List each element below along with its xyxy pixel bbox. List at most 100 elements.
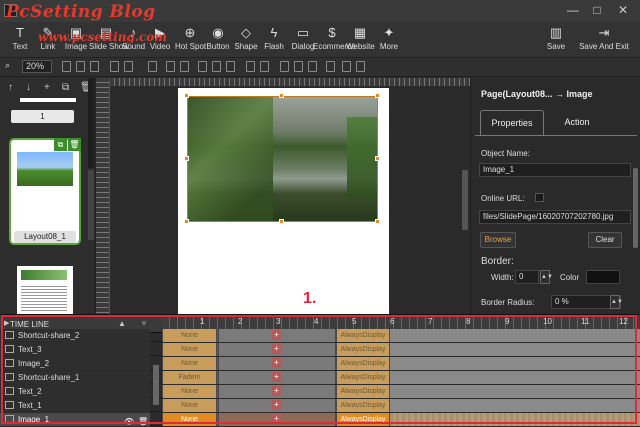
website-tool-button[interactable]: ▦ Website	[346, 24, 375, 56]
align-center-icon[interactable]	[76, 61, 85, 72]
tab-action[interactable]: Action	[549, 110, 605, 136]
flash-tool-button[interactable]: ϟ Flash	[263, 24, 285, 56]
border-width-input[interactable]: 0	[515, 270, 539, 284]
exit-effect[interactable]: AlwaysDisplay	[337, 343, 389, 356]
timeline-track[interactable]: FadeIn + AlwaysDisplay	[162, 371, 640, 384]
button-tool-button[interactable]: ◉ Button	[206, 24, 230, 56]
canvas-scrollbar[interactable]	[462, 170, 468, 230]
add-keyframe-icon[interactable]: +	[272, 358, 281, 368]
resize-handle-se[interactable]	[375, 219, 380, 224]
resize-handle-s[interactable]	[279, 219, 284, 224]
add-keyframe-icon[interactable]: +	[272, 414, 281, 424]
add-keyframe-icon[interactable]: +	[272, 400, 281, 410]
page-thumbnail-selected[interactable]: ⧉ 🗑 Layout08_1	[9, 138, 81, 245]
resize-handle-nw[interactable]	[184, 93, 189, 98]
page-thumbnail[interactable]	[17, 266, 73, 314]
save-button[interactable]: ▥ Save	[544, 24, 568, 56]
timeline-track[interactable]: None + AlwaysDisplay	[162, 399, 640, 412]
same-height-icon[interactable]	[212, 61, 221, 72]
same-size-icon[interactable]	[226, 61, 235, 72]
timeline-track[interactable]: None + AlwaysDisplay	[162, 343, 640, 356]
maximize-button[interactable]: □	[584, 0, 610, 20]
align-left-icon[interactable]	[62, 61, 71, 72]
bring-front-icon[interactable]	[246, 61, 255, 72]
resize-handle-w[interactable]	[184, 156, 189, 161]
display-duration[interactable]: +	[219, 371, 335, 384]
distribute-v-icon[interactable]	[180, 61, 189, 72]
arrow-up-icon[interactable]: ↑	[8, 82, 13, 93]
exit-effect[interactable]: AlwaysDisplay	[337, 385, 389, 398]
add-keyframe-icon[interactable]: +	[272, 386, 281, 396]
timeline-row[interactable]: Image_1 👁 🗑 None + AlwaysDisplay	[0, 413, 640, 426]
clear-button[interactable]: Clear	[588, 232, 622, 248]
save-and-exit-button[interactable]: ⇥ Save And Exit	[578, 24, 630, 56]
trash-icon[interactable]: 🗑	[68, 138, 81, 151]
display-duration[interactable]: +	[219, 399, 335, 412]
timeline-row-name[interactable]: Text_2	[0, 385, 150, 398]
same-width-icon[interactable]	[198, 61, 207, 72]
entrance-effect[interactable]: None	[163, 357, 216, 370]
delete-icon[interactable]	[308, 61, 317, 72]
zoom-select[interactable]: 20%	[22, 60, 52, 73]
timeline-row[interactable]: Text_3 None + AlwaysDisplay	[0, 343, 640, 356]
timeline-row[interactable]: Text_1 None + AlwaysDisplay	[0, 399, 640, 412]
entrance-effect[interactable]: None	[163, 385, 216, 398]
resize-handle-ne[interactable]	[375, 93, 380, 98]
align-top-icon[interactable]	[110, 61, 119, 72]
page-thumbnail-partial[interactable]	[20, 98, 76, 102]
entrance-effect[interactable]: None	[163, 413, 216, 426]
timeline-row-name[interactable]: Shortcut-share_2	[0, 329, 150, 342]
align-right-icon[interactable]	[90, 61, 99, 72]
timeline-scrollbar[interactable]	[153, 365, 159, 405]
minimize-button[interactable]: —	[560, 0, 586, 20]
display-duration[interactable]: +	[219, 343, 335, 356]
exit-effect[interactable]: AlwaysDisplay	[337, 399, 389, 412]
timeline-track[interactable]: None + AlwaysDisplay	[162, 329, 640, 342]
timeline-track[interactable]: None + AlwaysDisplay	[162, 385, 640, 398]
timeline-row-name[interactable]: Text_3	[0, 343, 150, 356]
entrance-effect[interactable]: FadeIn	[163, 371, 216, 384]
add-keyframe-icon[interactable]: +	[272, 330, 281, 340]
send-back-icon[interactable]	[260, 61, 269, 72]
radius-stepper[interactable]: ▲▼	[610, 295, 623, 309]
timeline-row-name[interactable]: Image_1 👁 🗑	[0, 413, 150, 426]
exit-effect[interactable]: AlwaysDisplay	[337, 329, 389, 342]
redo-icon[interactable]	[356, 61, 365, 72]
close-button[interactable]: ✕	[610, 0, 636, 20]
lock-icon[interactable]	[326, 61, 335, 72]
align-bottom-icon[interactable]	[148, 61, 157, 72]
object-name-input[interactable]: Image_1	[479, 163, 631, 177]
properties-scrollbar[interactable]	[633, 168, 638, 248]
timeline-row-name[interactable]: Text_1	[0, 399, 150, 412]
resize-handle-n[interactable]	[279, 93, 284, 98]
add-keyframe-icon[interactable]: +	[272, 344, 281, 354]
entrance-effect[interactable]: None	[163, 399, 216, 412]
shape-tool-button[interactable]: ◇ Shape	[234, 24, 258, 56]
distribute-h-icon[interactable]	[166, 61, 175, 72]
display-duration[interactable]: +	[219, 329, 335, 342]
timeline-track[interactable]: None + AlwaysDisplay	[162, 413, 640, 426]
timeline-row[interactable]: Shortcut-share_1 FadeIn + AlwaysDisplay	[0, 371, 640, 384]
duplicate-page-icon[interactable]: ⧉	[62, 82, 69, 93]
entrance-effect[interactable]: None	[163, 329, 216, 342]
dialog-tool-button[interactable]: ▭ Dialog	[291, 24, 315, 56]
move-up-icon[interactable]: ▲	[118, 319, 126, 328]
display-duration[interactable]: +	[219, 357, 335, 370]
selected-image[interactable]	[187, 96, 378, 222]
trash-icon[interactable]: 🗑	[138, 415, 148, 427]
eye-icon[interactable]: 👁	[124, 415, 134, 427]
display-duration[interactable]: +	[219, 385, 335, 398]
copy-icon[interactable]	[280, 61, 289, 72]
resize-handle-e[interactable]	[375, 156, 380, 161]
arrow-down-icon[interactable]: ↓	[26, 82, 31, 93]
pages-scrollbar-track[interactable]	[88, 78, 94, 168]
width-stepper[interactable]: ▲▼	[540, 270, 553, 284]
align-middle-icon[interactable]	[124, 61, 133, 72]
display-duration[interactable]: +	[219, 413, 335, 426]
text-tool-button[interactable]: T Text	[8, 24, 32, 56]
entrance-effect[interactable]: None	[163, 343, 216, 356]
play-icon[interactable]: ▶	[4, 319, 9, 327]
undo-icon[interactable]	[342, 61, 351, 72]
move-down-icon[interactable]: ▼	[140, 319, 148, 328]
timeline-row[interactable]: Shortcut-share_2 None + AlwaysDisplay	[0, 329, 640, 342]
